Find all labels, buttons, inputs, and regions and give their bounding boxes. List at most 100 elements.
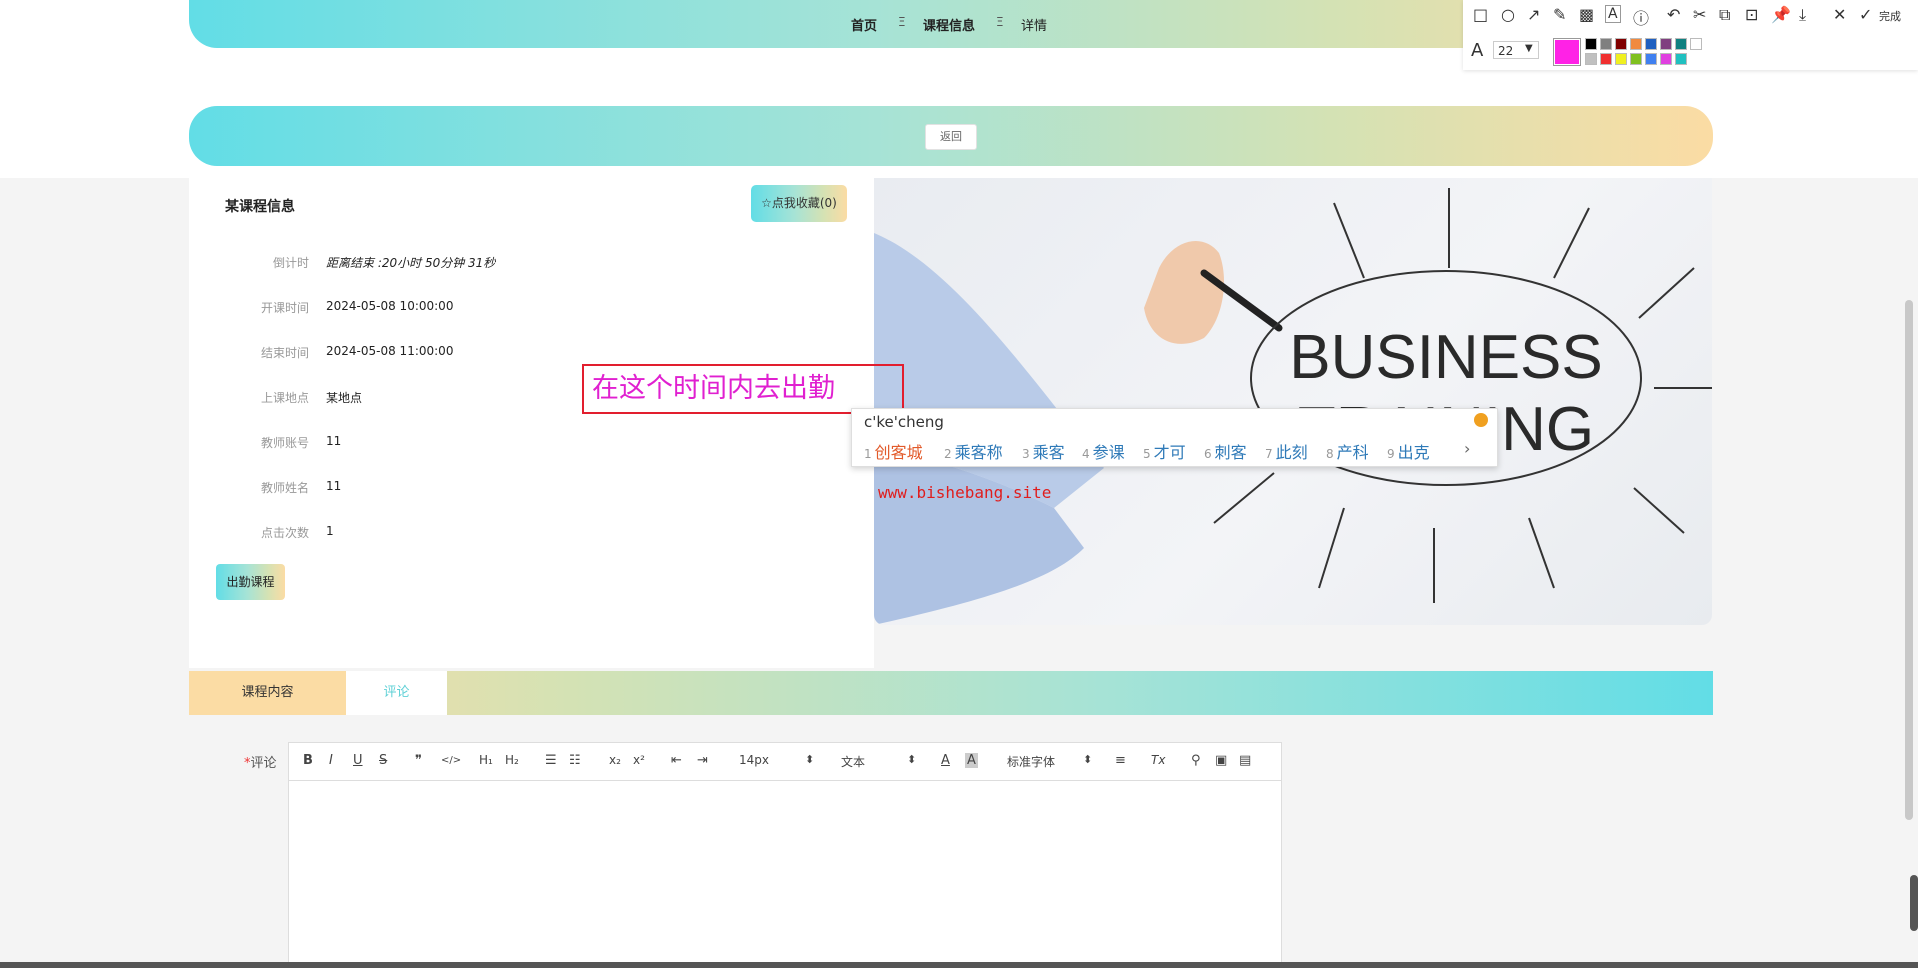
color-swatch[interactable] bbox=[1690, 38, 1702, 50]
breadcrumb-separator: Ξ bbox=[996, 15, 1004, 29]
undo-icon[interactable]: ↶ bbox=[1667, 5, 1680, 24]
color-swatch[interactable] bbox=[1600, 38, 1612, 50]
start-time-label: 开课时间 bbox=[260, 301, 309, 315]
color-swatch[interactable] bbox=[1600, 53, 1612, 65]
color-palette bbox=[1585, 38, 1715, 66]
align-icon[interactable]: ≡ bbox=[1115, 753, 1126, 768]
color-swatch[interactable] bbox=[1585, 53, 1597, 65]
ordered-list-icon[interactable]: ☰ bbox=[545, 753, 557, 768]
color-swatch[interactable] bbox=[1645, 53, 1657, 65]
course-image: BUSINESS TRAINING bbox=[874, 178, 1712, 625]
color-swatch[interactable] bbox=[1660, 38, 1672, 50]
circle-icon[interactable]: ○ bbox=[1501, 5, 1515, 24]
ime-candidate[interactable]: 9 出克 bbox=[1387, 439, 1430, 463]
text-tool-icon[interactable]: A bbox=[1605, 5, 1621, 23]
back-button[interactable]: 返回 bbox=[925, 124, 977, 150]
link-icon[interactable]: ⚲ bbox=[1191, 753, 1201, 768]
font-family-select[interactable]: 标准字体 bbox=[1007, 753, 1055, 770]
ime-candidate[interactable]: 2 乘客称 bbox=[944, 439, 1003, 463]
copy-icon[interactable]: ⧉ bbox=[1719, 5, 1730, 25]
chevron-down-icon: ▼ bbox=[1525, 43, 1533, 54]
color-swatch[interactable] bbox=[1675, 53, 1687, 65]
ime-candidate[interactable]: 8 产科 bbox=[1326, 439, 1369, 463]
pen-icon[interactable]: ✎ bbox=[1553, 5, 1566, 24]
click-count-label: 点击次数 bbox=[260, 526, 309, 540]
scissors-icon[interactable]: ✂ bbox=[1693, 5, 1706, 24]
ime-candidate[interactable]: 3 乘客 bbox=[1022, 439, 1065, 463]
font-size-icon: A bbox=[1471, 40, 1484, 61]
image-icon[interactable]: ▣ bbox=[1215, 753, 1227, 768]
header-select[interactable]: 文本 bbox=[841, 753, 865, 770]
quote-icon[interactable]: ❞ bbox=[415, 753, 422, 768]
color-swatch[interactable] bbox=[1645, 38, 1657, 50]
code-icon[interactable]: </> bbox=[441, 755, 461, 766]
annotation-textbox[interactable]: 在这个时间内去出勤 bbox=[582, 364, 904, 414]
ime-candidate[interactable]: 4 参课 bbox=[1082, 439, 1125, 463]
location-value: 某地点 bbox=[326, 391, 363, 405]
color-swatch[interactable] bbox=[1585, 38, 1597, 50]
ime-candidate[interactable]: 7 此刻 bbox=[1265, 439, 1308, 463]
ime-candidate[interactable]: 5 才可 bbox=[1143, 439, 1186, 463]
color-swatch[interactable] bbox=[1615, 53, 1627, 65]
page-scrollbar-thumb[interactable] bbox=[1910, 875, 1918, 931]
comment-label: *评论 bbox=[244, 756, 277, 771]
ime-candidate[interactable]: 1 创客城 bbox=[864, 439, 923, 463]
page-scrollbar-track[interactable] bbox=[1905, 300, 1913, 820]
ime-next-page-icon[interactable]: › bbox=[1464, 439, 1470, 458]
image-text-business: BUSINESS bbox=[1289, 323, 1603, 392]
watermark: www.bishebang.site bbox=[878, 483, 1052, 502]
rectangle-icon[interactable]: □ bbox=[1473, 5, 1488, 24]
underline-button[interactable]: U bbox=[353, 753, 363, 768]
bullet-list-icon[interactable]: ☷ bbox=[569, 753, 581, 768]
color-swatch[interactable] bbox=[1630, 38, 1642, 50]
h2-button[interactable]: H₂ bbox=[505, 753, 519, 767]
breadcrumb-separator: Ξ bbox=[898, 15, 906, 29]
strike-button[interactable]: S bbox=[379, 753, 387, 768]
color-swatch[interactable] bbox=[1675, 38, 1687, 50]
text-color-icon[interactable]: A bbox=[941, 753, 950, 768]
tab-course-content[interactable]: 课程内容 bbox=[189, 671, 346, 715]
close-icon[interactable]: ✕ bbox=[1833, 5, 1846, 24]
bold-button[interactable]: B bbox=[303, 753, 313, 768]
color-swatch[interactable] bbox=[1660, 53, 1672, 65]
background-color-icon[interactable]: A bbox=[965, 753, 978, 768]
color-swatch[interactable] bbox=[1630, 53, 1642, 65]
font-size-select[interactable]: 14px bbox=[739, 753, 769, 767]
attend-course-button[interactable]: 出勤课程 bbox=[216, 564, 285, 600]
number-icon[interactable]: ⓘ bbox=[1633, 5, 1649, 29]
breadcrumb-detail: 详情 bbox=[1021, 19, 1048, 34]
italic-button[interactable]: I bbox=[329, 753, 333, 768]
download-icon[interactable]: ⤓ bbox=[1799, 5, 1806, 25]
teacher-account-label: 教师账号 bbox=[260, 436, 309, 450]
indent-icon[interactable]: ⇥ bbox=[697, 753, 708, 768]
subscript-button[interactable]: x₂ bbox=[609, 753, 621, 767]
business-training-illustration: BUSINESS TRAINING bbox=[874, 188, 1712, 625]
pin-icon[interactable]: 📌 bbox=[1771, 5, 1791, 24]
mosaic-icon[interactable]: ▩ bbox=[1579, 5, 1594, 24]
ocr-icon[interactable]: ⊡ bbox=[1745, 5, 1758, 24]
active-color-swatch[interactable] bbox=[1553, 38, 1581, 66]
arrow-icon[interactable]: ↗ bbox=[1527, 5, 1540, 24]
clear-format-icon[interactable]: Tx bbox=[1151, 753, 1165, 767]
course-info-panel bbox=[189, 178, 874, 668]
breadcrumb-course-info[interactable]: 课程信息 bbox=[923, 15, 975, 34]
comment-editor[interactable]: B I U S ❞ </> H₁ H₂ ☰ ☷ x₂ x² ⇤ ⇥ 14px ⬍… bbox=[288, 742, 1282, 968]
check-icon[interactable]: ✓ bbox=[1859, 5, 1872, 24]
outdent-icon[interactable]: ⇤ bbox=[671, 753, 682, 768]
end-time-label: 结束时间 bbox=[260, 346, 309, 360]
countdown-label: 倒计时 bbox=[272, 256, 309, 270]
ime-candidate-window: c'ke'cheng 1 创客城 2 乘客称 3 乘客 4 参课 5 才可 6 刺客 7 此刻… bbox=[851, 408, 1498, 467]
video-icon[interactable]: ▤ bbox=[1239, 753, 1251, 768]
superscript-button[interactable]: x² bbox=[633, 753, 645, 767]
done-label[interactable]: 完成 bbox=[1879, 8, 1901, 24]
teacher-account-value: 11 bbox=[326, 434, 342, 448]
breadcrumb-home[interactable]: 首页 bbox=[851, 15, 877, 34]
tab-comment[interactable]: 评论 bbox=[346, 671, 447, 715]
course-title: 某课程信息 bbox=[225, 199, 295, 215]
favorite-button[interactable]: ☆点我收藏(0) bbox=[751, 185, 847, 222]
chevron-updown-icon: ⬍ bbox=[1083, 753, 1093, 766]
ime-candidate[interactable]: 6 刺客 bbox=[1204, 439, 1247, 463]
teacher-name-label: 教师姓名 bbox=[260, 481, 309, 495]
color-swatch[interactable] bbox=[1615, 38, 1627, 50]
h1-button[interactable]: H₁ bbox=[479, 753, 493, 767]
